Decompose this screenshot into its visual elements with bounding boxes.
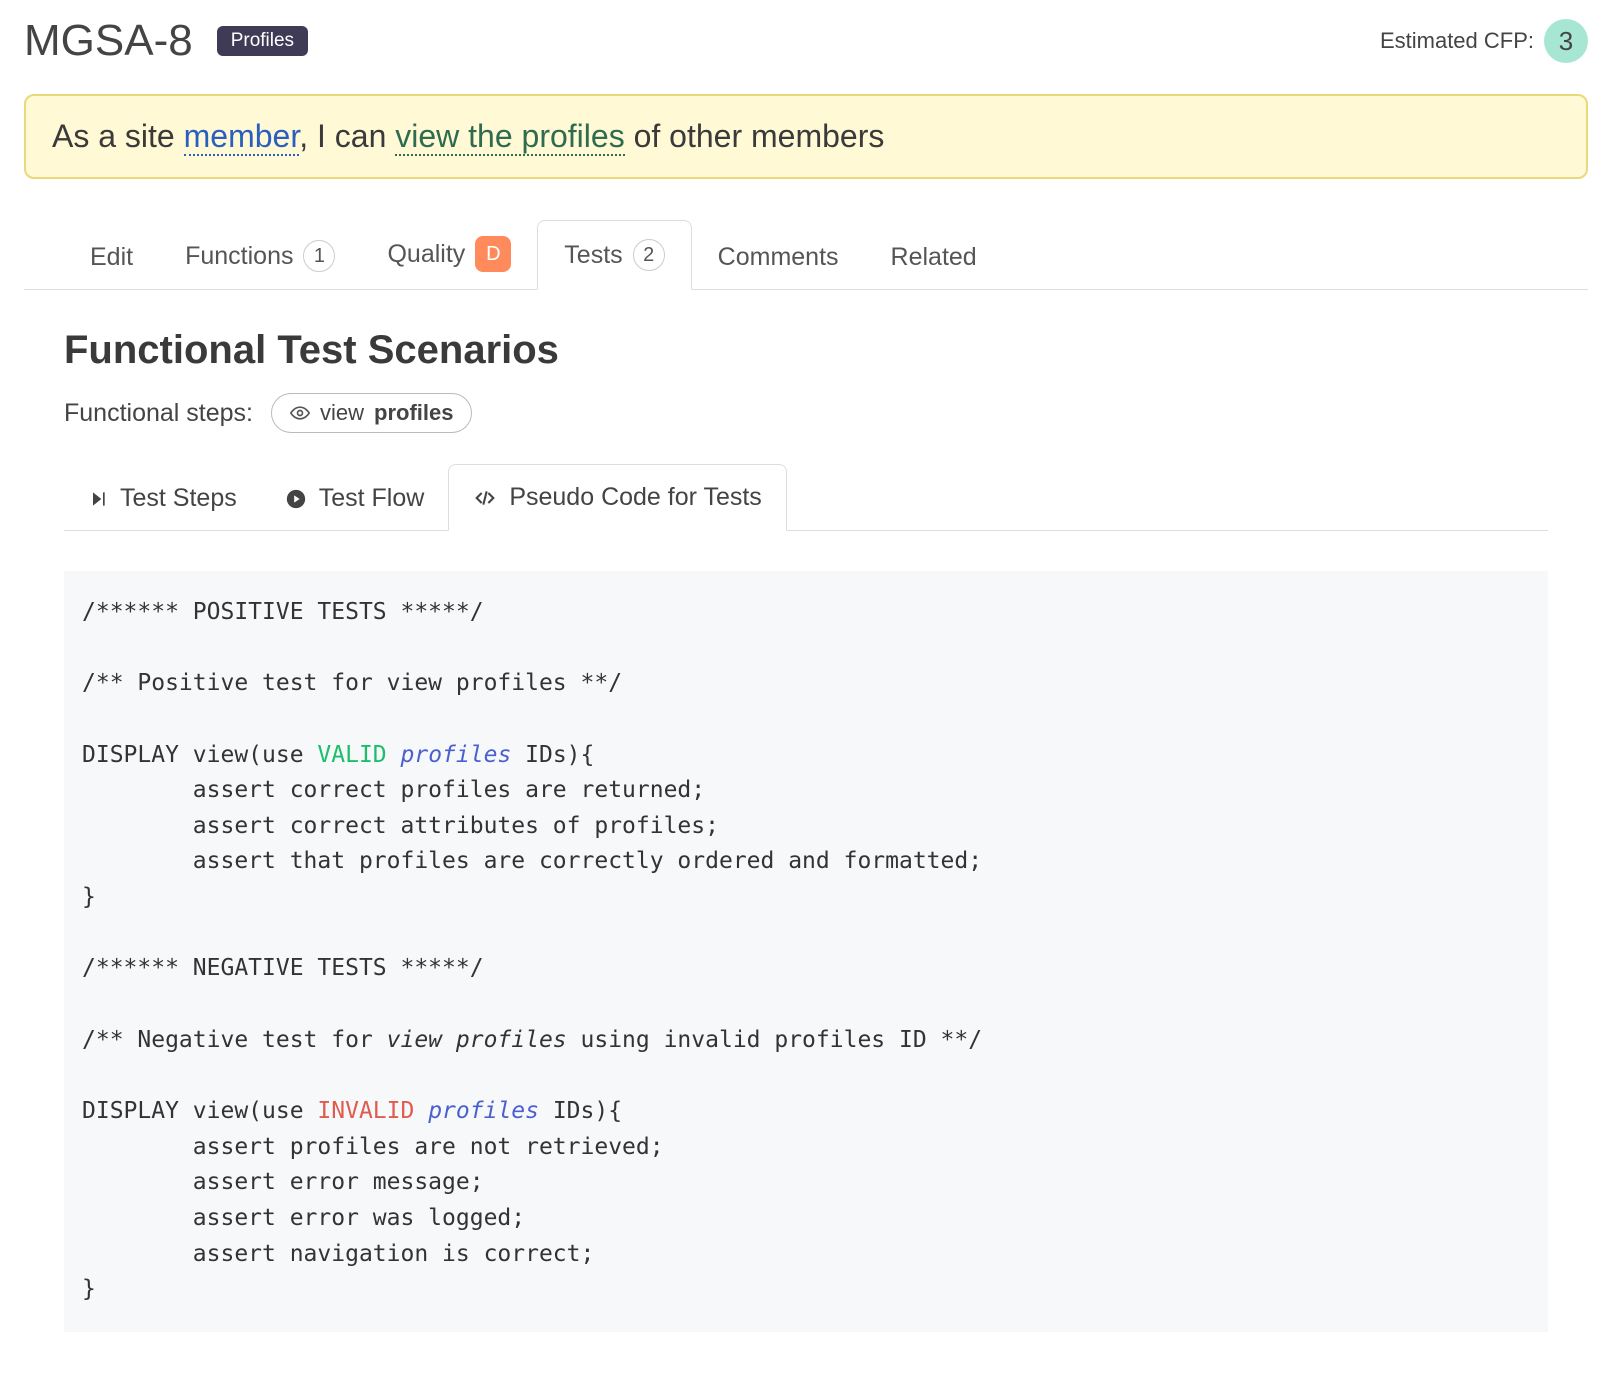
cfp-value: 3 — [1544, 19, 1588, 63]
arrow-circle-icon — [285, 488, 307, 510]
code-line: assert correct attributes of profiles; — [82, 813, 719, 839]
code-keyword-invalid: INVALID — [317, 1098, 414, 1124]
header-right: Estimated CFP: 3 — [1380, 19, 1588, 63]
tab-edit-label: Edit — [90, 243, 133, 272]
subtab-test-steps[interactable]: Test Steps — [64, 466, 261, 531]
header-left: MGSA-8 Profiles — [24, 16, 308, 66]
code-line: /** Positive test for view profiles **/ — [82, 670, 622, 696]
code-line: assert profiles are not retrieved; — [82, 1134, 664, 1160]
cfp-label: Estimated CFP: — [1380, 28, 1534, 54]
code-line: DISPLAY view(use INVALID profiles IDs){ — [82, 1098, 622, 1124]
code-keyword-valid: VALID — [317, 742, 386, 768]
tab-related-label: Related — [891, 243, 977, 272]
subtab-test-steps-label: Test Steps — [120, 484, 237, 513]
tab-functions[interactable]: Functions 1 — [159, 222, 361, 290]
code-line: assert correct profiles are returned; — [82, 777, 705, 803]
ticket-id: MGSA-8 — [24, 16, 193, 66]
tab-related[interactable]: Related — [865, 225, 1003, 290]
subtab-test-flow-label: Test Flow — [319, 484, 425, 513]
tab-tests[interactable]: Tests 2 — [537, 220, 691, 290]
code-line: assert error was logged; — [82, 1205, 525, 1231]
user-story-banner: As a site member, I can view the profile… — [24, 94, 1588, 179]
story-text-suffix: of other members — [625, 118, 885, 154]
code-line: /****** NEGATIVE TESTS *****/ — [82, 955, 484, 981]
tab-comments[interactable]: Comments — [692, 225, 865, 290]
code-line: } — [82, 884, 96, 910]
tab-tests-label: Tests — [564, 241, 622, 270]
functional-steps-row: Functional steps: view profiles — [64, 393, 1588, 433]
code-line: assert that profiles are correctly order… — [82, 848, 982, 874]
eye-icon — [290, 403, 310, 423]
main-tabs: Edit Functions 1 Quality D Tests 2 Comme… — [24, 217, 1588, 290]
story-text-mid: , I can — [299, 118, 395, 154]
story-text-prefix: As a site — [52, 118, 184, 154]
story-member-link[interactable]: member — [184, 118, 300, 156]
step-chip-noun: profiles — [374, 400, 453, 426]
code-line: assert navigation is correct; — [82, 1241, 594, 1267]
tests-count: 2 — [633, 239, 665, 271]
pseudo-code-block: /****** POSITIVE TESTS *****/ /** Positi… — [64, 571, 1548, 1332]
code-line: } — [82, 1276, 96, 1302]
subtab-test-flow[interactable]: Test Flow — [261, 466, 449, 531]
code-profiles-italic: profiles — [401, 742, 512, 768]
story-action-link[interactable]: view the profiles — [395, 118, 624, 156]
section-title: Functional Test Scenarios — [64, 328, 1588, 373]
code-line: /****** POSITIVE TESTS *****/ — [82, 599, 484, 625]
skip-icon — [88, 489, 108, 509]
code-line: /** Negative test for view profiles usin… — [82, 1027, 982, 1053]
subtab-pseudo-code-label: Pseudo Code for Tests — [509, 483, 761, 512]
code-line: DISPLAY view(use VALID profiles IDs){ — [82, 742, 594, 768]
subtab-pseudo-code[interactable]: Pseudo Code for Tests — [448, 464, 786, 531]
subtabs: Test Steps Test Flow Pseudo Code for Tes… — [64, 463, 1548, 531]
quality-grade-badge: D — [475, 236, 511, 272]
code-line: assert error message; — [82, 1169, 484, 1195]
tab-quality[interactable]: Quality D — [361, 218, 537, 290]
tab-quality-label: Quality — [387, 240, 465, 269]
code-profiles-italic: profiles — [428, 1098, 539, 1124]
functional-steps-label: Functional steps: — [64, 399, 253, 428]
page-header: MGSA-8 Profiles Estimated CFP: 3 — [24, 16, 1588, 66]
tab-comments-label: Comments — [718, 243, 839, 272]
code-comment-italic: view profiles — [387, 1027, 567, 1053]
step-chip-verb: view — [320, 400, 364, 426]
tab-functions-label: Functions — [185, 242, 293, 271]
profiles-tag[interactable]: Profiles — [217, 26, 308, 56]
functions-count: 1 — [303, 240, 335, 272]
tab-edit[interactable]: Edit — [64, 225, 159, 290]
step-chip-view-profiles[interactable]: view profiles — [271, 393, 472, 433]
code-icon — [473, 488, 497, 508]
